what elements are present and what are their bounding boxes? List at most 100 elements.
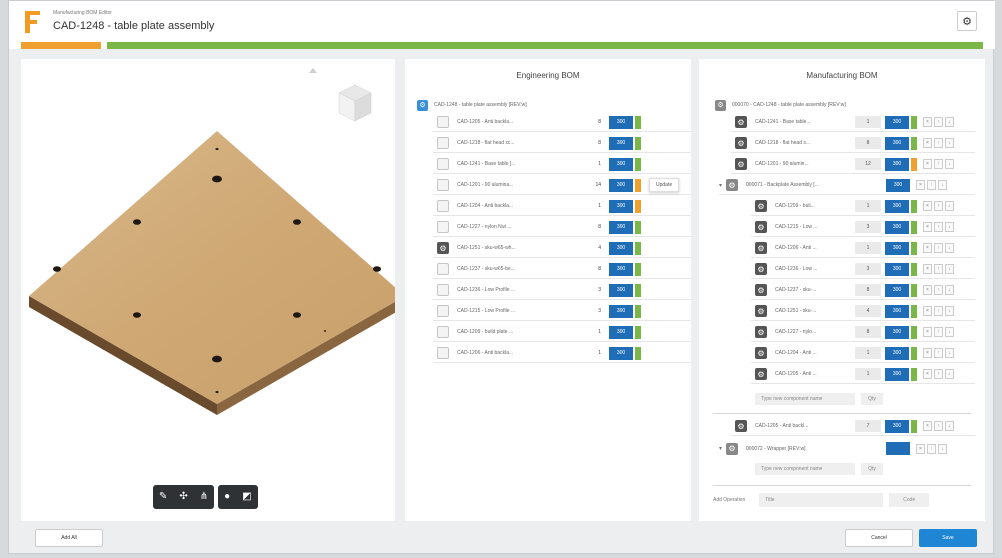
remove-icon[interactable]: × bbox=[923, 222, 932, 232]
mbom-row[interactable]: ⚙ CAD-1218 - flat head s... 8 300 × ↑ ↓ bbox=[731, 134, 975, 153]
tree-icon[interactable]: ⋔ bbox=[200, 485, 208, 509]
ebom-row[interactable]: CAD-1236 - Low Profile ... 3 300 bbox=[433, 281, 691, 300]
mbom-row[interactable]: ⚙ CAD-1251 - sku-... 4 300 × ↑ ↓ bbox=[751, 302, 975, 321]
settings-button[interactable]: ⚙ bbox=[957, 11, 977, 31]
part-qty[interactable]: 8 bbox=[855, 326, 881, 338]
add-part-button[interactable]: 300 bbox=[609, 220, 633, 234]
square-icon[interactable]: ◩ bbox=[242, 485, 251, 509]
mbom-row[interactable]: ⚙ CAD-1205 - Anti ... 1 300 × ↑ ↓ bbox=[751, 365, 975, 384]
ebom-row[interactable]: CAD-1227 - nylon Nut ... 8 300 bbox=[433, 218, 691, 237]
wrapper-assembly-row[interactable]: ▾ ⚙ 000072 - Wrapper [REV:w] × ↑ ↓ bbox=[719, 439, 975, 458]
move-up-icon[interactable]: ↑ bbox=[934, 369, 943, 379]
remove-icon[interactable]: × bbox=[923, 285, 932, 295]
home-icon[interactable] bbox=[309, 68, 317, 73]
remove-icon[interactable]: × bbox=[923, 264, 932, 274]
operation-button[interactable]: 300 bbox=[885, 136, 909, 150]
pencil-icon[interactable]: ✎ bbox=[159, 485, 167, 509]
move-down-icon[interactable]: ↓ bbox=[945, 369, 954, 379]
operation-button[interactable]: 300 bbox=[885, 419, 909, 433]
operation-button[interactable]: 300 bbox=[886, 178, 911, 192]
move-down-icon[interactable]: ↓ bbox=[945, 264, 954, 274]
move-down-icon[interactable]: ↓ bbox=[945, 285, 954, 295]
chevron-down-icon[interactable]: ▾ bbox=[719, 445, 722, 452]
part-qty[interactable]: 3 bbox=[855, 221, 881, 233]
ebom-row[interactable]: CAD-1206 - Anti backla... 1 300 bbox=[433, 344, 691, 363]
move-down-icon[interactable]: ↓ bbox=[945, 348, 954, 358]
operation-button[interactable]: 300 bbox=[885, 346, 909, 360]
remove-icon[interactable]: × bbox=[923, 138, 932, 148]
ebom-row[interactable]: ⚙ CAD-1251 - sku-w65-wh... 4 300 bbox=[433, 239, 691, 258]
3d-viewer[interactable]: ✎ ✣ ⋔ ● ◩ bbox=[21, 59, 395, 521]
move-down-icon[interactable]: ↓ bbox=[945, 243, 954, 253]
operation-button[interactable] bbox=[886, 442, 911, 455]
save-button[interactable]: Save bbox=[919, 529, 977, 547]
move-down-icon[interactable]: ↓ bbox=[945, 421, 954, 431]
part-qty[interactable]: 1 bbox=[855, 347, 881, 359]
ebom-row[interactable]: CAD-1215 - Low Profile ... 3 300 bbox=[433, 302, 691, 321]
remove-icon[interactable]: × bbox=[923, 306, 932, 316]
add-part-button[interactable]: 300 bbox=[609, 346, 633, 360]
part-qty[interactable]: 3 bbox=[855, 263, 881, 275]
update-tooltip[interactable]: Update bbox=[649, 178, 680, 192]
mbom-row[interactable]: ⚙ CAD-1206 - Anti ... 1 300 × ↑ ↓ bbox=[751, 239, 975, 258]
add-part-button[interactable]: 300 bbox=[609, 283, 633, 297]
remove-icon[interactable]: × bbox=[923, 348, 932, 358]
add-part-button[interactable]: 300 bbox=[609, 199, 633, 213]
add-part-button[interactable]: 300 bbox=[609, 304, 633, 318]
operation-button[interactable]: 300 bbox=[885, 199, 909, 213]
new-component-input[interactable]: Type new component name bbox=[755, 393, 855, 405]
mbom-row[interactable]: ⚙ CAD-1236 - Low ... 3 300 × ↑ ↓ bbox=[751, 260, 975, 279]
operation-button[interactable]: 300 bbox=[885, 283, 909, 297]
add-part-button[interactable]: 300 bbox=[609, 115, 633, 129]
operation-button[interactable]: 300 bbox=[885, 325, 909, 339]
mbom-row[interactable]: ⚙ CAD-1209 - buil... 1 300 × ↑ ↓ bbox=[751, 197, 975, 216]
move-up-icon[interactable]: ↑ bbox=[934, 264, 943, 274]
remove-icon[interactable]: × bbox=[923, 327, 932, 337]
part-qty[interactable]: 12 bbox=[855, 158, 881, 170]
move-up-icon[interactable]: ↑ bbox=[934, 348, 943, 358]
operation-code-input[interactable]: Code bbox=[889, 493, 930, 507]
mbom-row[interactable]: ⚙ CAD-1215 - Low ... 3 300 × ↑ ↓ bbox=[751, 218, 975, 237]
move-down-icon[interactable]: ↓ bbox=[945, 138, 954, 148]
move-down-icon[interactable]: ↓ bbox=[945, 327, 954, 337]
remove-icon[interactable]: × bbox=[916, 180, 926, 190]
new-component-qty[interactable]: Qty bbox=[861, 393, 883, 405]
remove-icon[interactable]: × bbox=[923, 421, 932, 431]
backplate-assembly-row[interactable]: ▾ ⚙ 000071 - Backplate Assembly [... 300 × ↑ ↓ bbox=[719, 176, 975, 195]
move-up-icon[interactable]: ↑ bbox=[934, 421, 943, 431]
part-qty[interactable]: 1 bbox=[855, 200, 881, 212]
move-up-icon[interactable]: ↑ bbox=[934, 327, 943, 337]
operation-button[interactable]: 300 bbox=[885, 304, 909, 318]
ebom-row[interactable]: CAD-1209 - build plate ... 1 300 bbox=[433, 323, 691, 342]
cancel-button[interactable]: Cancel bbox=[845, 529, 913, 547]
add-part-button[interactable]: 300 bbox=[609, 241, 633, 255]
move-down-icon[interactable]: ↓ bbox=[945, 222, 954, 232]
part-qty[interactable]: 1 bbox=[855, 242, 881, 254]
move-down-icon[interactable]: ↓ bbox=[945, 201, 954, 211]
add-part-button[interactable]: 300 bbox=[609, 262, 633, 276]
operation-button[interactable]: 300 bbox=[885, 262, 909, 276]
add-part-button[interactable]: 300 bbox=[609, 136, 633, 150]
operation-button[interactable]: 300 bbox=[885, 367, 909, 381]
chevron-down-icon[interactable]: ▾ bbox=[719, 182, 722, 189]
remove-icon[interactable]: × bbox=[923, 117, 932, 127]
add-part-button[interactable]: 300 bbox=[609, 157, 633, 171]
remove-icon[interactable]: × bbox=[916, 443, 926, 454]
move-up-icon[interactable]: ↑ bbox=[934, 201, 943, 211]
add-part-button[interactable]: 300 bbox=[609, 178, 633, 192]
operation-button[interactable]: 300 bbox=[885, 241, 909, 255]
plate-model[interactable] bbox=[21, 59, 395, 479]
part-qty[interactable]: 8 bbox=[855, 137, 881, 149]
move-up-icon[interactable]: ↑ bbox=[934, 285, 943, 295]
mbom-row[interactable]: ⚙ CAD-1237 - sku-... 8 300 × ↑ ↓ bbox=[751, 281, 975, 300]
move-up-icon[interactable]: ↑ bbox=[934, 222, 943, 232]
view-cube[interactable] bbox=[338, 84, 372, 122]
remove-icon[interactable]: × bbox=[923, 369, 932, 379]
remove-icon[interactable]: × bbox=[923, 243, 932, 253]
ebom-row[interactable]: CAD-1218 - flat head sc... 8 300 bbox=[433, 134, 691, 153]
add-all-button[interactable]: Add All bbox=[35, 529, 103, 547]
move-down-icon[interactable]: ↓ bbox=[938, 443, 948, 454]
move-up-icon[interactable]: ↑ bbox=[934, 306, 943, 316]
remove-icon[interactable]: × bbox=[923, 201, 932, 211]
ebom-row[interactable]: CAD-1237 - sku-w65-be... 8 300 bbox=[433, 260, 691, 279]
